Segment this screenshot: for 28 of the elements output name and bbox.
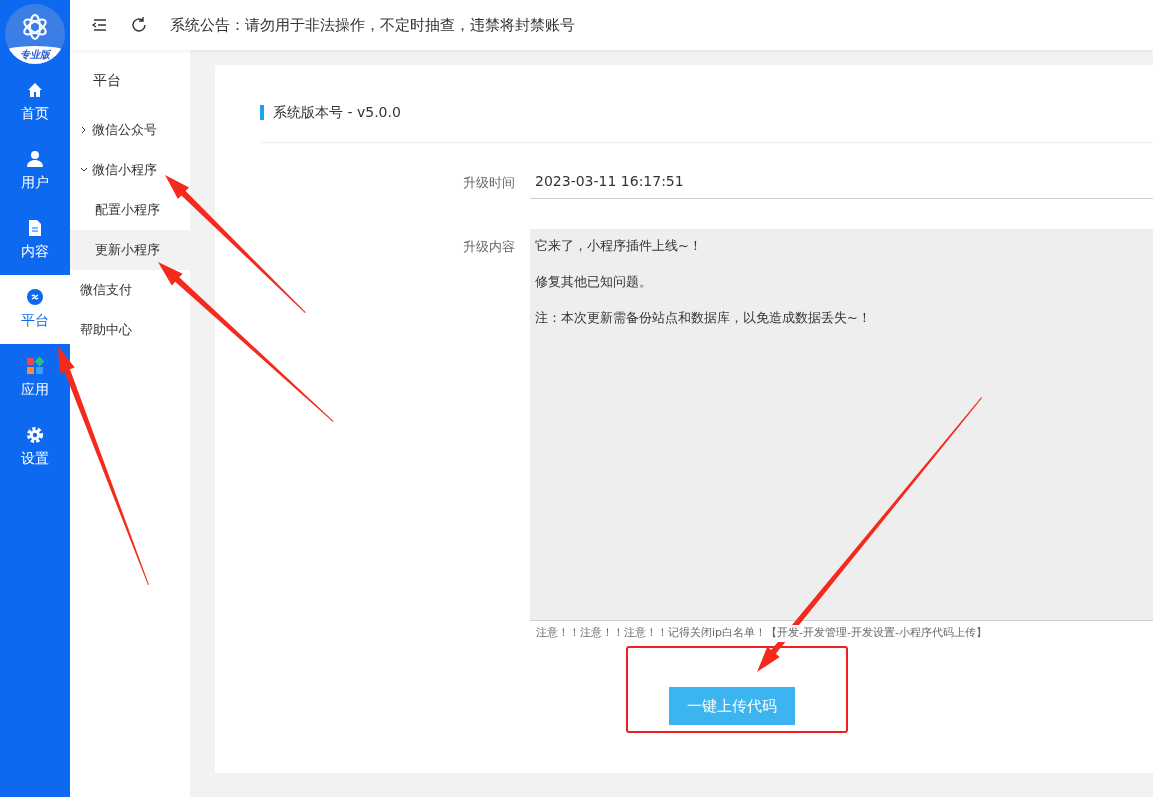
nav-item[interactable]: 应用 (0, 344, 70, 413)
nav-item[interactable]: 首页 (0, 68, 70, 137)
nav-item[interactable]: 内容 (0, 206, 70, 275)
document-icon (26, 219, 44, 237)
menu-item[interactable]: 配置小程序 (70, 190, 190, 230)
section-title: 系统版本号 - v5.0.0 (260, 105, 1153, 120)
nav-item[interactable]: 用户 (0, 137, 70, 206)
collapse-icon (90, 16, 108, 34)
user-icon (26, 150, 44, 168)
text-area[interactable]: 它来了，小程序插件上线~！ 修复其他已知问题。 注：本次更新需备份站点和数据库，以免造成数据丢失~！ (530, 229, 1153, 621)
settings-icon (26, 426, 44, 444)
nav-item[interactable]: 平台 (0, 275, 70, 344)
menu-item[interactable]: 微信小程序 (70, 150, 190, 190)
nav-item[interactable]: 设置 (0, 413, 70, 482)
field-label: 升级内容 (462, 238, 516, 256)
home-icon (26, 81, 44, 99)
refresh-icon (130, 16, 148, 34)
field-label: 升级时间 (462, 174, 516, 192)
chevron-icon (80, 126, 88, 134)
menu-title: 平台 (92, 71, 122, 90)
menu-item[interactable]: 帮助中心 (70, 310, 190, 350)
menu-item[interactable]: 微信公众号 (70, 110, 190, 150)
chevron-icon (80, 166, 88, 174)
link-icon (26, 288, 44, 306)
menu-item[interactable]: 更新小程序 (70, 230, 190, 270)
apps-icon (26, 357, 44, 375)
menu-item[interactable]: 微信支付 (70, 270, 190, 310)
notice-text: 系统公告：请勿用于非法操作，不定时抽查，违禁将封禁账号 (170, 14, 575, 36)
